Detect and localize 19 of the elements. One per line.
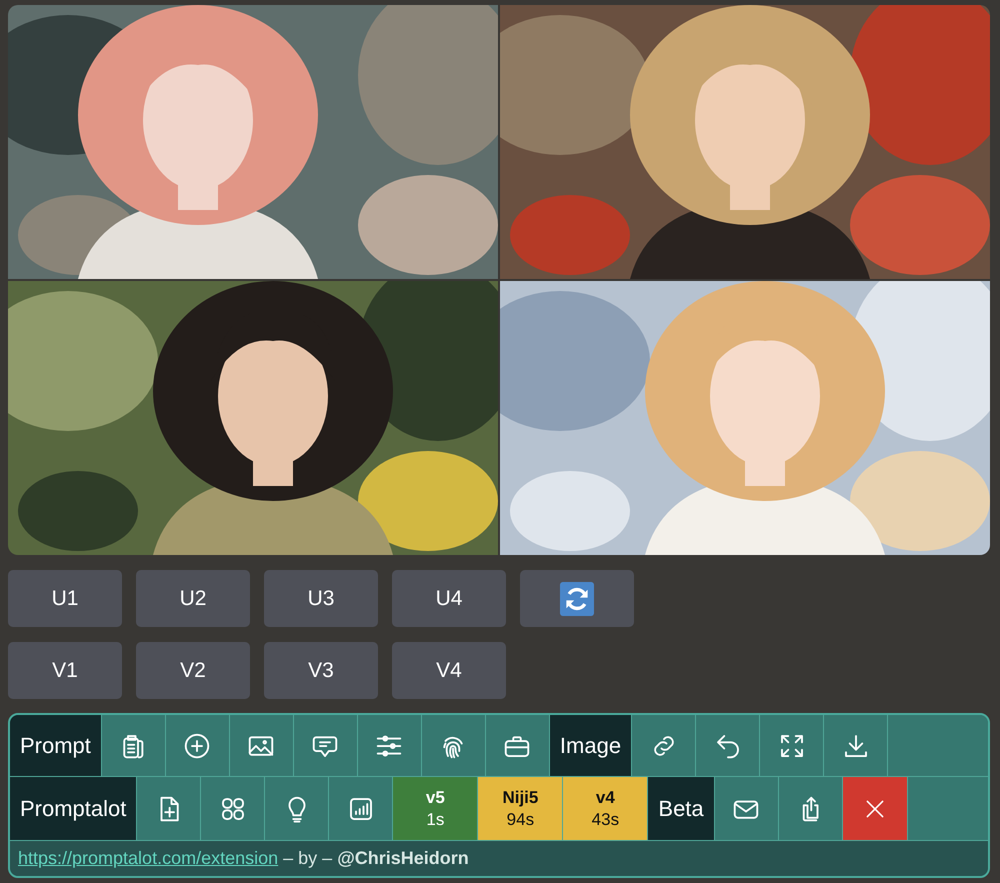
variation-button[interactable]: V3 [264,642,378,699]
extension-link[interactable]: https://promptalot.com/extension [18,848,278,868]
model-button[interactable]: Niji5 94s [478,777,564,840]
upscale-button[interactable]: U3 [264,570,378,627]
toolbar-tab[interactable]: Prompt [10,715,102,776]
toolbar-tab[interactable]: Image [550,715,632,776]
toolbar-tab[interactable]: Promptalot [10,777,138,840]
toolbar-tab[interactable]: Beta [648,777,715,840]
upscale-button[interactable]: U1 [8,570,122,627]
model-button[interactable]: v5 1s [393,777,478,840]
reroll-button[interactable] [520,570,634,627]
model-button[interactable]: v4 43s [563,777,648,840]
credit-text: https://promptalot.com/extension – by – @ChrisHeidorn [18,847,469,870]
refresh-icon [560,582,594,616]
upscale-button[interactable]: U4 [392,570,506,627]
variation-button[interactable]: V1 [8,642,122,699]
variation-button[interactable]: V2 [136,642,250,699]
upscale-button[interactable]: U2 [136,570,250,627]
variation-button[interactable]: V4 [392,642,506,699]
